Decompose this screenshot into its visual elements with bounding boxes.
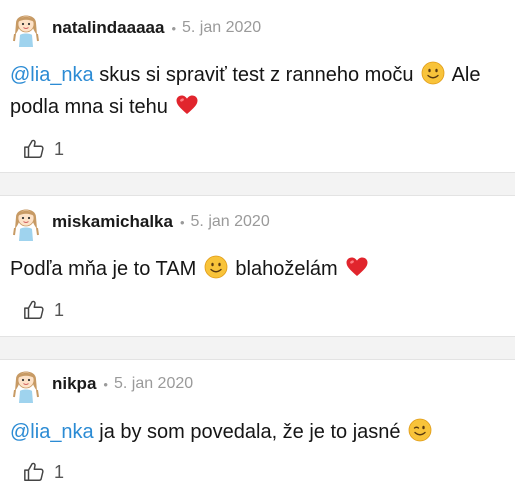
like-count: 1 [54, 461, 65, 482]
comment-date: 5. jan 2020 [182, 19, 262, 36]
username[interactable]: natalindaaaaa [52, 18, 164, 38]
separator-dot: • [103, 376, 108, 392]
comment-separator [0, 172, 515, 196]
avatar[interactable] [10, 9, 42, 47]
user-mention[interactable]: @lia_nka [10, 421, 94, 443]
smile-emoji-icon [421, 61, 445, 85]
comment-date: 5. jan 2020 [190, 213, 270, 230]
heart-emoji-icon [345, 255, 369, 279]
thumbs-up-icon [23, 299, 45, 321]
comment-header: miskamichalka • 5. jan 2020 [10, 202, 270, 242]
comment-text: @lia_nka skus si spraviť test z ranneho … [10, 59, 500, 123]
heart-emoji-icon [175, 93, 199, 117]
comment-text: @lia_nka ja by som povedala, že je to ja… [10, 416, 500, 448]
comment-header: natalindaaaaa • 5. jan 2020 [10, 8, 261, 48]
like-button[interactable]: 1 [23, 299, 64, 321]
separator-dot: • [179, 214, 185, 230]
comment-date: 5. jan 2020 [113, 375, 194, 392]
like-button[interactable]: 1 [23, 461, 64, 483]
comment-card: natalindaaaaa • 5. jan 2020 @lia_nka sku… [0, 0, 515, 172]
comment-card: nikpa • 5. jan 2020 @lia_nka ja by som p… [0, 360, 515, 493]
comment-card: miskamichalka • 5. jan 2020 Podľa mňa je… [0, 196, 515, 336]
wink-emoji-icon [408, 418, 432, 442]
comment-separator [0, 336, 515, 360]
like-button[interactable]: 1 [23, 138, 64, 160]
user-mention[interactable]: @lia_nka [10, 64, 94, 86]
username[interactable]: miskamichalka [52, 212, 173, 232]
comment-header: nikpa • 5. jan 2020 [10, 364, 193, 404]
comment-text: Podľa mňa je to TAM blahoželám [10, 253, 500, 285]
like-count: 1 [54, 138, 65, 159]
smile-emoji-icon [204, 255, 228, 279]
thumbs-up-icon [23, 138, 45, 160]
username[interactable]: nikpa [52, 374, 96, 394]
separator-dot: • [171, 20, 177, 36]
like-count: 1 [54, 299, 65, 320]
thumbs-up-icon [23, 461, 45, 483]
avatar[interactable] [10, 365, 42, 403]
avatar[interactable] [10, 203, 42, 241]
